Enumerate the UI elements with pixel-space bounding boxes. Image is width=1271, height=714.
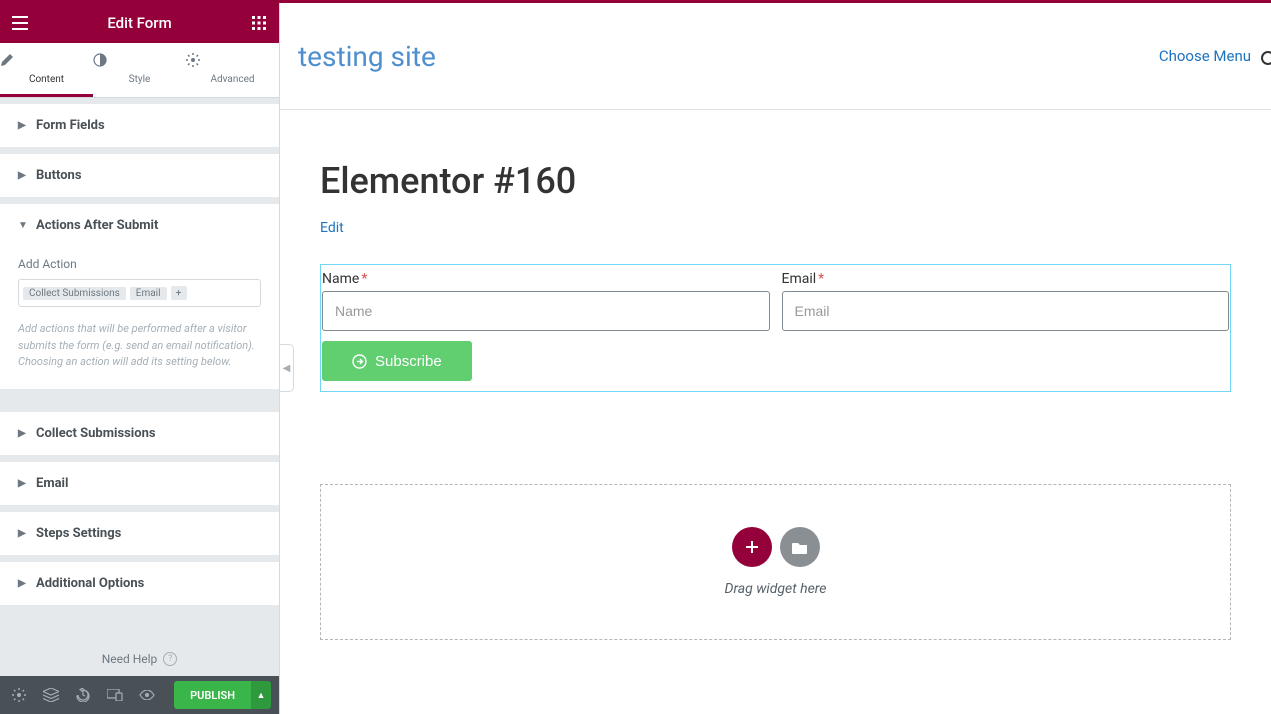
name-input[interactable]	[322, 291, 770, 331]
panel-tabs: Content Style Advanced	[0, 43, 279, 98]
email-label-text: Email	[782, 271, 817, 287]
site-header: testing site Choose Menu	[280, 3, 1271, 110]
section-header-steps[interactable]: ▶ Steps Settings	[0, 512, 279, 555]
publish-options-button[interactable]: ▲	[251, 681, 271, 709]
section-header-email[interactable]: ▶ Email	[0, 462, 279, 505]
publish-group: PUBLISH ▲	[174, 681, 271, 709]
email-input[interactable]	[782, 291, 1230, 331]
section-actions-after-submit: ▼ Actions After Submit Add Action Collec…	[0, 204, 279, 390]
section-title: Email	[36, 476, 68, 491]
panel-collapse-handle[interactable]: ◀	[280, 344, 294, 392]
chip-email[interactable]: Email	[130, 287, 167, 300]
name-label-text: Name	[322, 271, 359, 287]
choose-menu-link[interactable]: Choose Menu	[1159, 47, 1251, 65]
section-title: Actions After Submit	[36, 218, 158, 233]
tab-style[interactable]: Style	[93, 43, 186, 97]
caret-right-icon: ▶	[18, 170, 26, 181]
editor-panel: Edit Form Content Style	[0, 3, 280, 714]
section-title: Buttons	[36, 168, 82, 183]
help-icon: ?	[163, 652, 177, 666]
section-title: Collect Submissions	[36, 426, 156, 441]
section-collect-submissions: ▶ Collect Submissions	[0, 412, 279, 456]
panel-header: Edit Form	[0, 3, 279, 43]
folder-icon	[792, 541, 808, 554]
form-field-email: Email*	[781, 271, 1231, 331]
navigator-button[interactable]	[36, 676, 66, 714]
tab-content[interactable]: Content	[0, 43, 93, 97]
add-action-help: Add actions that will be performed after…	[18, 321, 261, 371]
hamburger-icon[interactable]	[10, 16, 30, 30]
form-widget[interactable]: Name* Email* Subscribe	[320, 264, 1231, 392]
tab-advanced[interactable]: Advanced	[186, 43, 279, 97]
section-header-collect-submissions[interactable]: ▶ Collect Submissions	[0, 412, 279, 455]
section-header-form-fields[interactable]: ▶ Form Fields	[0, 104, 279, 147]
caret-right-icon: ▶	[18, 578, 26, 589]
section-email: ▶ Email	[0, 462, 279, 506]
section-buttons: ▶ Buttons	[0, 154, 279, 198]
section-header-actions[interactable]: ▼ Actions After Submit	[0, 204, 279, 247]
section-title: Additional Options	[36, 576, 144, 591]
site-title[interactable]: testing site	[298, 40, 436, 73]
responsive-button[interactable]	[100, 676, 130, 714]
contrast-icon	[93, 53, 186, 67]
need-help-link[interactable]: Need Help ?	[0, 642, 279, 676]
need-help-text: Need Help	[102, 652, 158, 666]
tab-advanced-label: Advanced	[210, 74, 254, 85]
template-library-button[interactable]	[780, 527, 820, 567]
caret-down-icon: ▼	[18, 220, 26, 231]
page-title: Elementor #160	[320, 160, 1231, 202]
apps-grid-icon[interactable]	[249, 16, 269, 30]
widget-dropzone[interactable]: Drag widget here	[320, 484, 1231, 640]
plus-icon	[745, 540, 759, 554]
section-header-additional[interactable]: ▶ Additional Options	[0, 562, 279, 605]
section-title: Steps Settings	[36, 526, 121, 541]
caret-right-icon: ▶	[18, 478, 26, 489]
gear-icon	[186, 53, 279, 67]
section-form-fields: ▶ Form Fields	[0, 104, 279, 148]
preview-canvas: testing site Choose Menu Elementor #160 …	[280, 3, 1271, 714]
section-content-actions: Add Action Collect Submissions Email + A…	[0, 247, 279, 389]
settings-button[interactable]	[4, 676, 34, 714]
chip-collect-submissions[interactable]: Collect Submissions	[23, 287, 126, 300]
add-action-label: Add Action	[18, 247, 261, 279]
form-field-name: Name*	[321, 271, 771, 331]
search-icon[interactable]	[1261, 51, 1271, 65]
page-content: Elementor #160 Edit Name* Email*	[280, 110, 1271, 690]
edit-link[interactable]: Edit	[320, 220, 344, 236]
add-action-plus[interactable]: +	[171, 286, 187, 300]
caret-right-icon: ▶	[18, 428, 26, 439]
form-submit-row: Subscribe	[321, 341, 1230, 381]
panel-title: Edit Form	[30, 14, 249, 32]
subscribe-label: Subscribe	[375, 353, 442, 370]
panel-footer: PUBLISH ▲	[0, 676, 279, 714]
preview-button[interactable]	[132, 676, 162, 714]
name-label: Name*	[322, 271, 770, 287]
section-additional-options: ▶ Additional Options	[0, 562, 279, 606]
publish-button[interactable]: PUBLISH	[174, 681, 251, 709]
history-button[interactable]	[68, 676, 98, 714]
required-indicator: *	[816, 271, 824, 287]
add-section-button[interactable]	[732, 527, 772, 567]
section-header-buttons[interactable]: ▶ Buttons	[0, 154, 279, 197]
section-steps-settings: ▶ Steps Settings	[0, 512, 279, 556]
panel-body: ▶ Form Fields ▶ Buttons ▼ Actions After …	[0, 98, 279, 642]
dropzone-buttons	[732, 527, 820, 567]
actions-chip-input[interactable]: Collect Submissions Email +	[18, 279, 261, 307]
caret-right-icon: ▶	[18, 120, 26, 131]
pencil-icon	[0, 53, 93, 67]
caret-right-icon: ▶	[18, 528, 26, 539]
required-indicator: *	[359, 271, 367, 287]
tab-content-label: Content	[29, 74, 64, 85]
subscribe-button[interactable]: Subscribe	[322, 341, 472, 381]
dropzone-text: Drag widget here	[725, 581, 827, 597]
arrow-circle-icon	[352, 354, 367, 369]
section-title: Form Fields	[36, 118, 105, 133]
tab-style-label: Style	[129, 74, 151, 85]
email-label: Email*	[782, 271, 1230, 287]
